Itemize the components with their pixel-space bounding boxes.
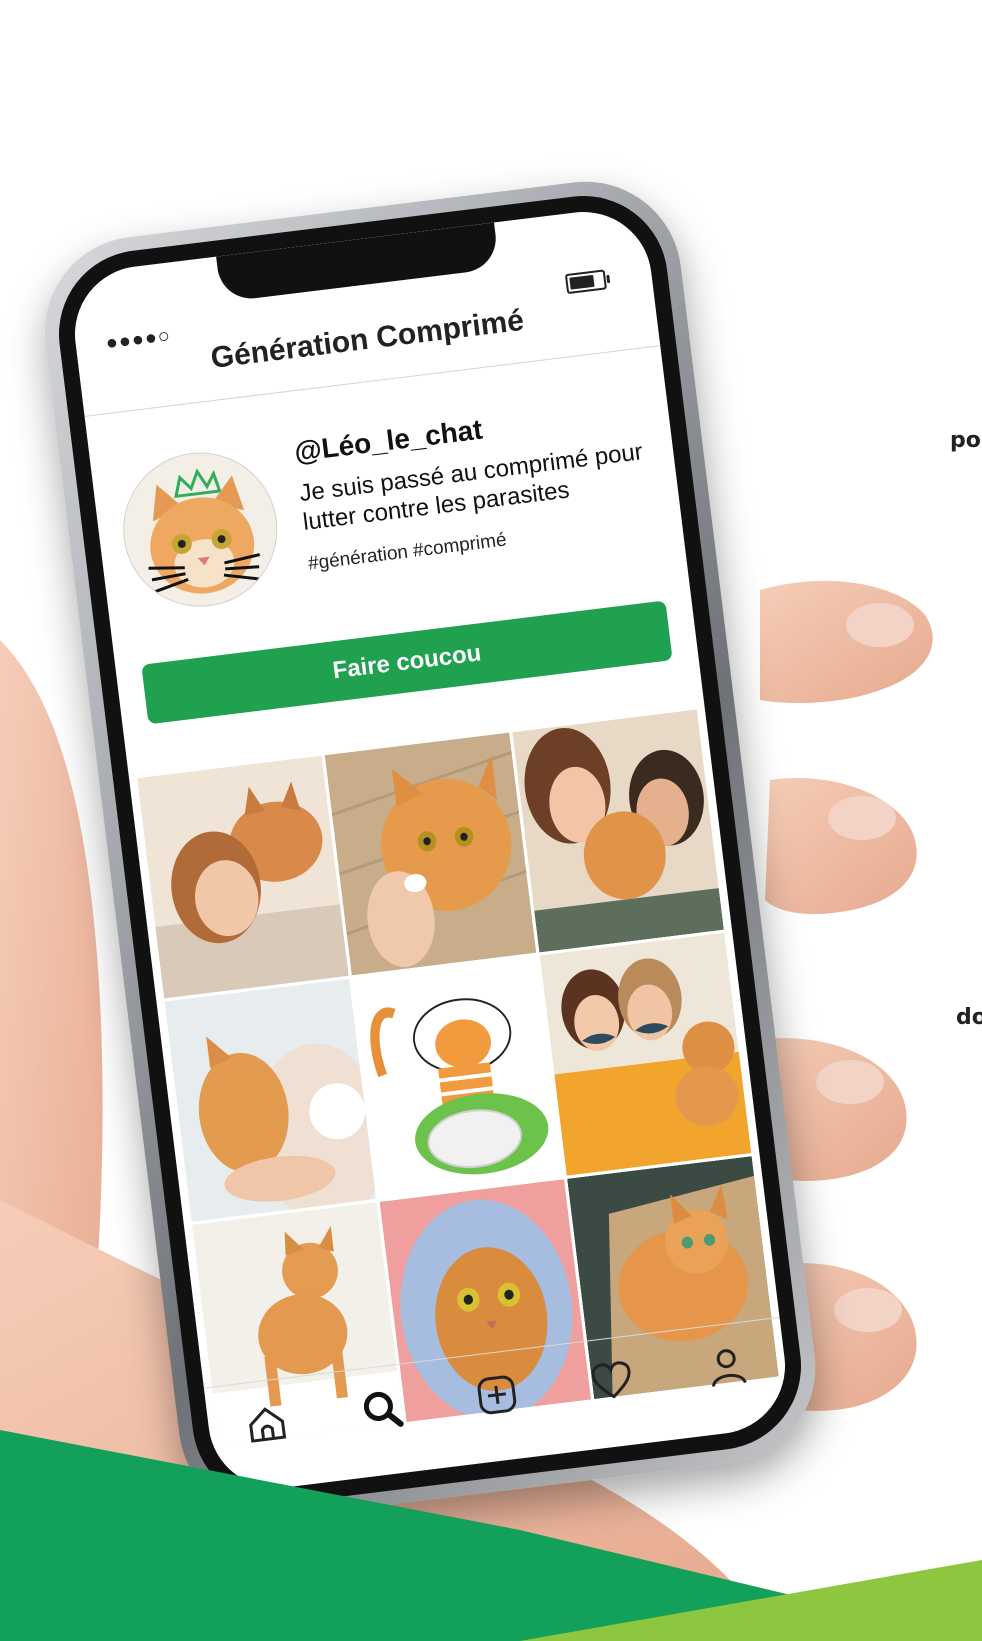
- profile-avatar[interactable]: [114, 443, 287, 616]
- faire-coucou-button[interactable]: Faire coucou: [141, 600, 673, 725]
- grid-photo-couple-with-cat[interactable]: [512, 709, 724, 953]
- grid-photo-cat-on-belly[interactable]: [164, 978, 377, 1222]
- grid-photo-girl-with-cat[interactable]: [137, 755, 349, 999]
- battery-icon: [564, 269, 607, 295]
- profile-icon[interactable]: [700, 1340, 753, 1393]
- heart-icon[interactable]: [585, 1354, 638, 1407]
- grid-photo-women-with-mustaches[interactable]: [539, 932, 752, 1176]
- add-post-icon[interactable]: [470, 1368, 523, 1421]
- cat-avatar-icon: [115, 444, 285, 615]
- profile-hashtags[interactable]: #génération #comprimé: [307, 529, 508, 575]
- search-icon[interactable]: [355, 1382, 408, 1435]
- home-icon[interactable]: [240, 1396, 293, 1449]
- grid-photo-cat-taking-pill[interactable]: [324, 732, 537, 976]
- grid-illustration-cat-with-pill[interactable]: [352, 955, 564, 1199]
- scene: po do ●●●●○ Génération Comprimé @Léo_le_…: [0, 0, 982, 1641]
